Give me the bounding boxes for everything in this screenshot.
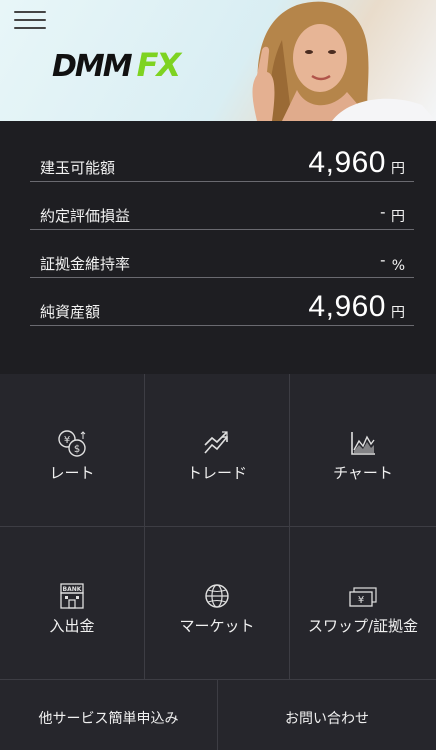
summary-row-available: 建玉可能額 4,960 円 [30,134,414,182]
menu-label: トレード [186,464,247,482]
svg-text:BANK: BANK [63,586,82,593]
menu-icon[interactable] [14,11,46,29]
model-photo [252,1,436,121]
trade-icon [204,431,228,454]
summary-value: - [380,204,386,221]
menu-label: スワップ/証拠金 [307,617,419,635]
menu-label: レート [49,464,95,482]
svg-text:$: $ [74,444,80,455]
menu-deposit-button[interactable]: BANK 入出金 [0,527,145,680]
dmm-fx-logo: DMM FX [52,46,181,84]
menu-trade-button[interactable]: トレード [145,374,290,527]
button-label: 他サービス簡単申込み [38,711,179,727]
rate-icon: ¥ $ [58,430,86,457]
globe-icon [205,584,229,608]
summary-label: 約定評価損益 [40,207,131,225]
other-services-button[interactable]: 他サービス簡単申込み [0,680,218,750]
svg-text:¥: ¥ [358,595,364,606]
menu-label: マーケット [179,617,255,635]
menu-rate-button[interactable]: ¥ $ レート [0,374,145,527]
summary-label: 証拠金維持率 [40,255,131,273]
account-summary: 建玉可能額 4,960 円 約定評価損益 - 円 証拠金維持率 - % 純資産額… [0,121,436,374]
summary-value: 4,960 [308,146,386,179]
menu-label: チャート [333,464,393,482]
summary-row-margin-ratio: 証拠金維持率 - % [30,230,414,278]
menu-swap-margin-button[interactable]: ¥ スワップ/証拠金 [290,527,436,680]
menu-market-button[interactable]: マーケット [145,527,290,680]
summary-unit: 円 [391,209,405,225]
button-label: お問い合わせ [285,711,369,727]
summary-label: 建玉可能額 [40,159,116,177]
summary-value: 4,960 [308,290,386,323]
summary-row-net-assets: 純資産額 4,960 円 [30,278,414,326]
summary-unit: 円 [391,161,405,177]
menu-grid: ¥ $ レート トレード チャート BANK 入出金 マーケット ¥ スワップ/… [0,374,436,680]
yen-bill-icon: ¥ [349,587,377,607]
chart-icon [351,432,375,455]
menu-label: 入出金 [49,617,95,635]
summary-unit: % [391,258,405,274]
bank-icon: BANK [60,583,84,609]
summary-value: - [380,252,386,269]
header-banner: DMM FX [0,0,436,121]
summary-unit: 円 [391,305,405,321]
menu-chart-button[interactable]: チャート [290,374,436,527]
summary-label: 純資産額 [40,303,101,321]
contact-button[interactable]: お問い合わせ [218,680,436,750]
summary-row-pnl: 約定評価損益 - 円 [30,182,414,230]
